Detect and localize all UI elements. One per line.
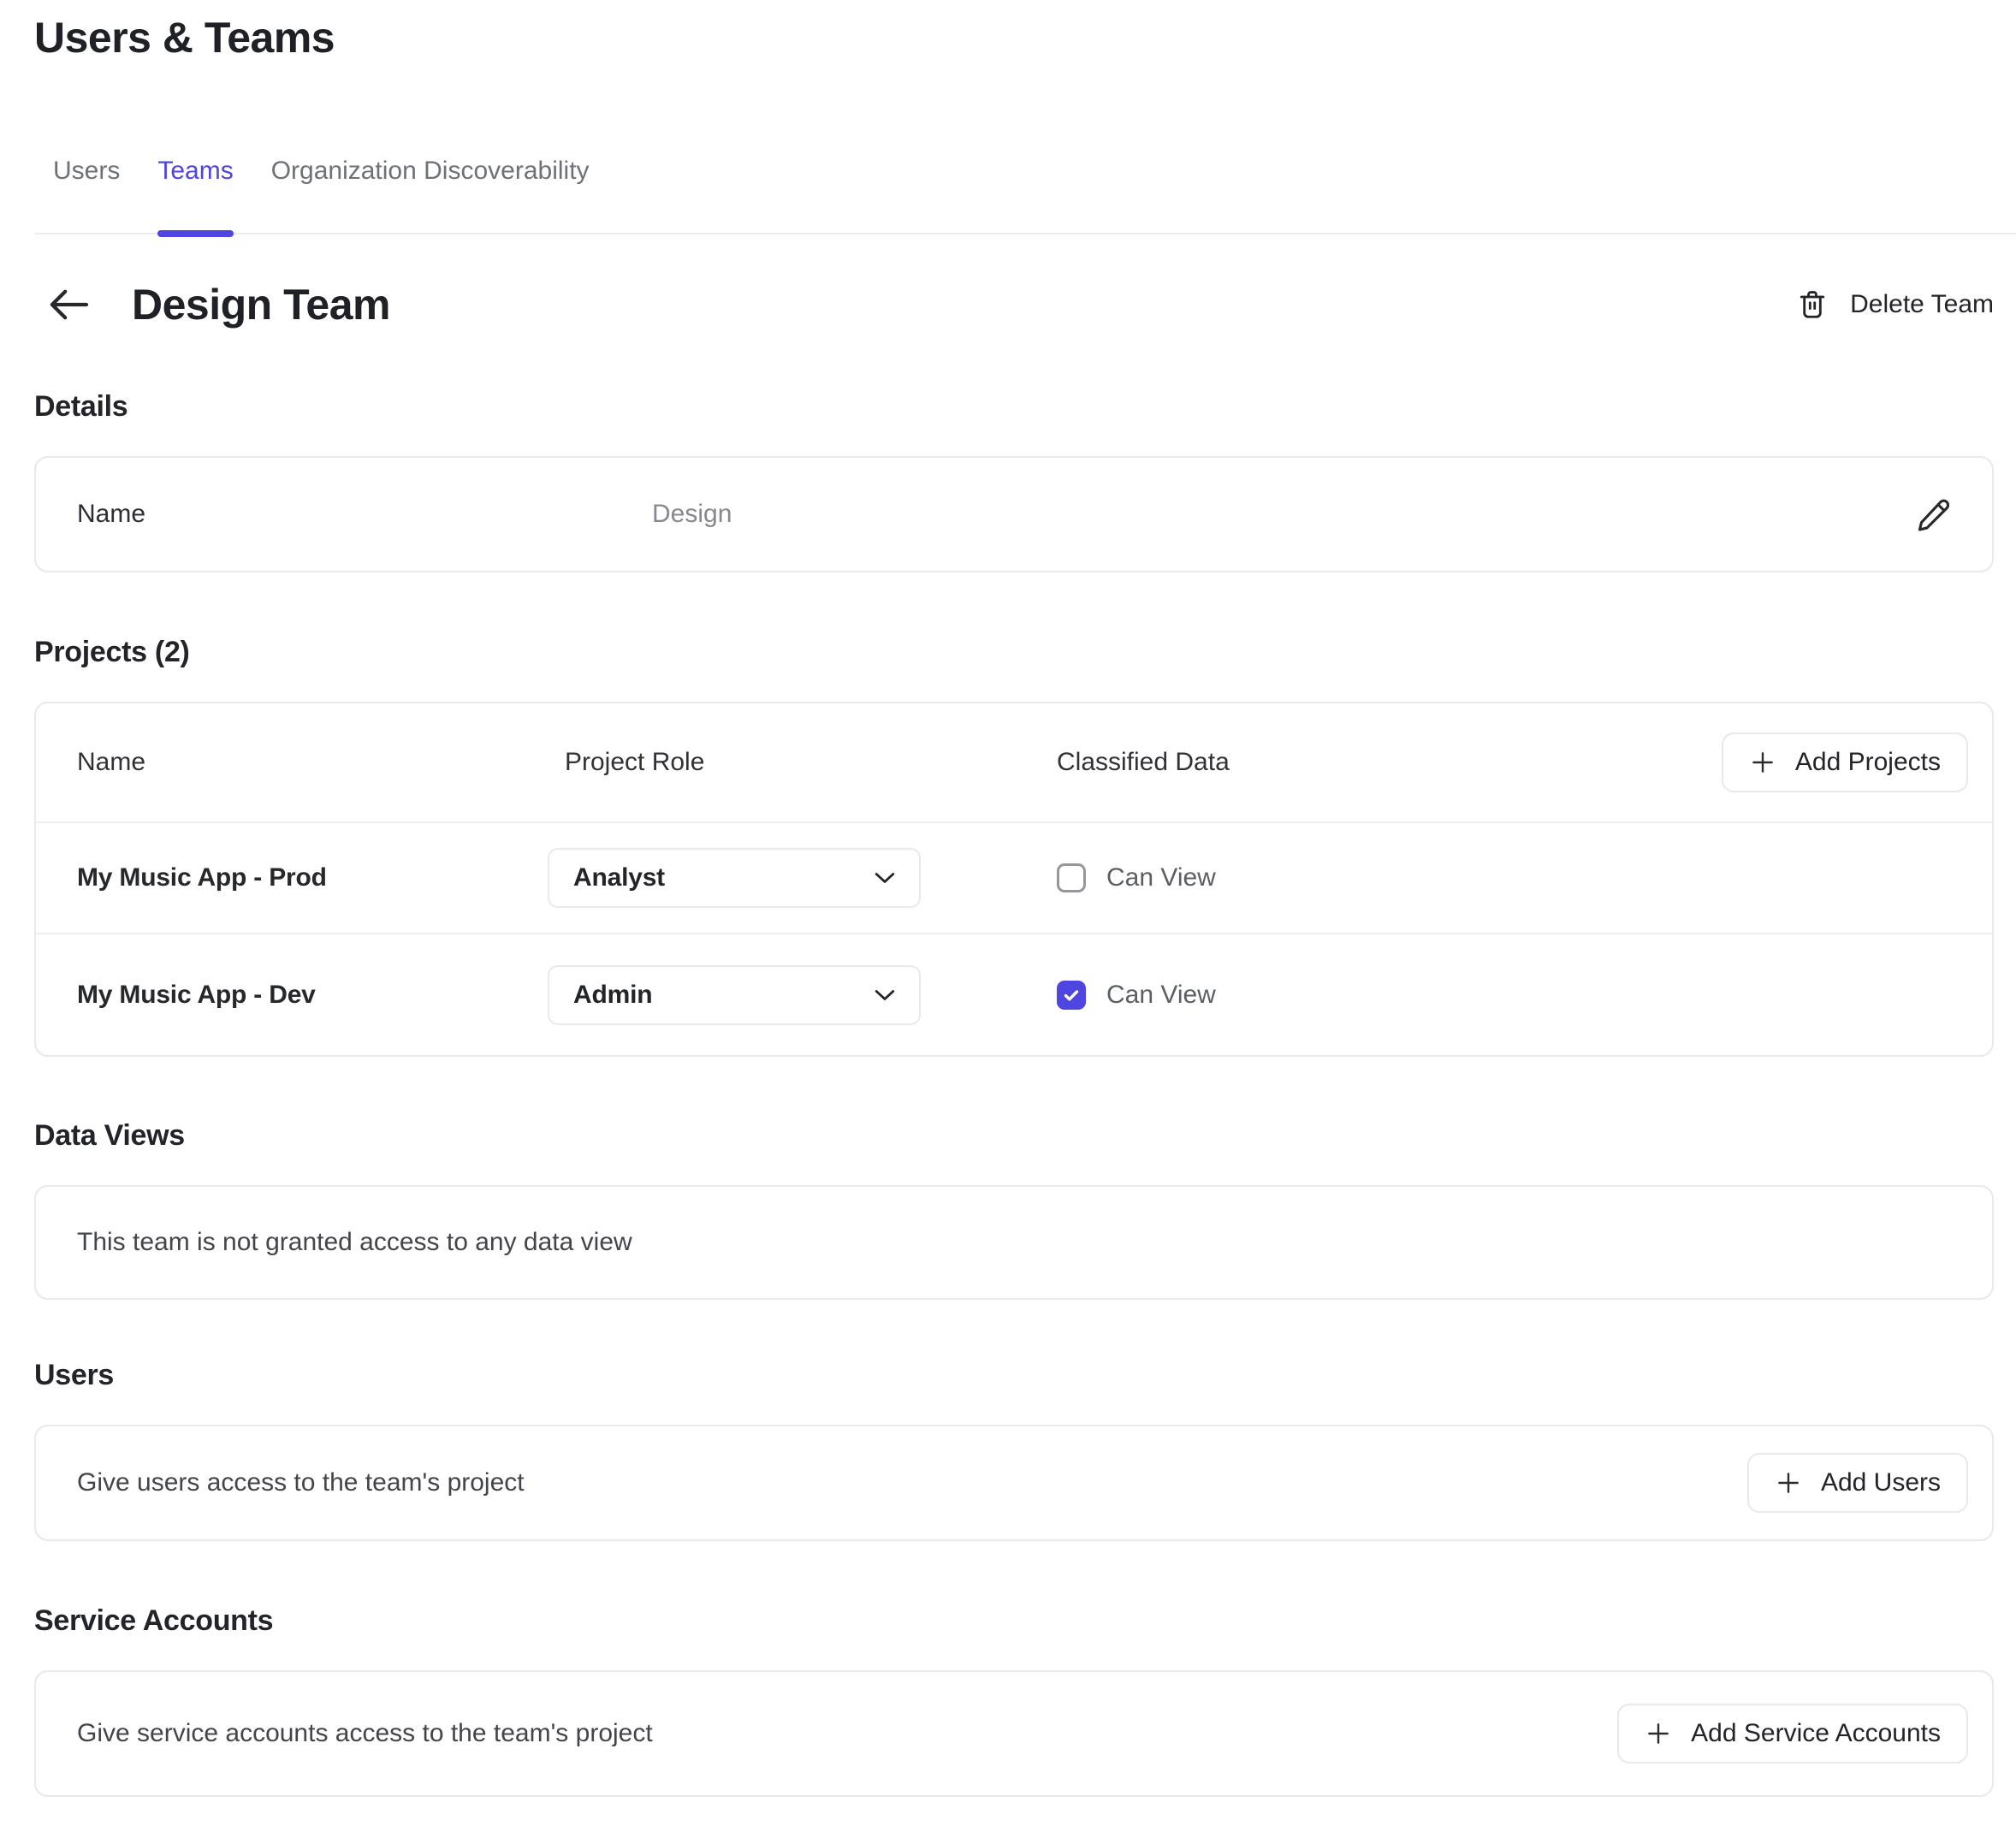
service-accounts-heading: Service Accounts xyxy=(34,1603,2016,1639)
details-card: Name Design xyxy=(34,456,1994,572)
projects-heading: Projects (2) xyxy=(34,634,2016,670)
tab-list: Users Teams Organization Discoverability xyxy=(34,156,2016,233)
users-heading: Users xyxy=(34,1357,2016,1393)
data-views-heading: Data Views xyxy=(34,1118,2016,1153)
can-view-checkbox[interactable] xyxy=(1057,863,1086,892)
add-projects-button[interactable]: Add Projects xyxy=(1722,732,1968,792)
project-role-select[interactable]: Admin xyxy=(548,965,921,1025)
arrow-left-icon xyxy=(47,287,90,323)
projects-table: Name Project Role Classified Data Add Pr… xyxy=(34,702,1994,1057)
add-users-label: Add Users xyxy=(1821,1468,1941,1497)
checkmark-icon xyxy=(1061,985,1082,1005)
project-role-value: Admin xyxy=(573,981,652,1010)
page-title: Users & Teams xyxy=(34,12,2016,63)
plus-icon xyxy=(1749,749,1776,776)
projects-table-header: Name Project Role Classified Data Add Pr… xyxy=(36,703,1992,823)
plus-icon xyxy=(1645,1720,1672,1747)
project-role-value: Analyst xyxy=(573,863,665,892)
project-role-select[interactable]: Analyst xyxy=(548,848,921,908)
edit-name-button[interactable] xyxy=(1912,492,1956,537)
pencil-icon xyxy=(1915,495,1953,533)
tab-organization-discoverability[interactable]: Organization Discoverability xyxy=(252,156,608,233)
delete-team-label: Delete Team xyxy=(1850,290,1994,319)
back-button[interactable] xyxy=(46,285,91,324)
can-view-checkbox[interactable] xyxy=(1057,981,1086,1010)
trash-icon xyxy=(1797,288,1828,322)
data-views-card: This team is not granted access to any d… xyxy=(34,1185,1994,1300)
add-users-button[interactable]: Add Users xyxy=(1747,1453,1968,1513)
project-name: My Music App - Prod xyxy=(77,863,565,892)
details-heading: Details xyxy=(34,388,2016,424)
data-views-empty-text: This team is not granted access to any d… xyxy=(77,1228,632,1257)
users-empty-text: Give users access to the team's project xyxy=(77,1468,525,1497)
team-title: Design Team xyxy=(132,279,390,330)
chevron-down-icon xyxy=(875,872,895,884)
service-accounts-card: Give service accounts access to the team… xyxy=(34,1670,1994,1797)
users-card: Give users access to the team's project … xyxy=(34,1425,1994,1541)
add-service-accounts-button[interactable]: Add Service Accounts xyxy=(1617,1704,1968,1764)
tab-teams[interactable]: Teams xyxy=(139,156,252,233)
can-view-label: Can View xyxy=(1106,981,1216,1010)
add-service-accounts-label: Add Service Accounts xyxy=(1691,1719,1941,1748)
name-value: Design xyxy=(652,500,1912,529)
can-view-label: Can View xyxy=(1106,863,1216,892)
column-header-classified-data: Classified Data xyxy=(1057,748,1722,777)
service-accounts-empty-text: Give service accounts access to the team… xyxy=(77,1719,653,1748)
plus-icon xyxy=(1775,1469,1802,1497)
tab-users[interactable]: Users xyxy=(34,156,139,233)
tab-bar: Users Teams Organization Discoverability xyxy=(34,156,2016,234)
team-header: Design Team Delete Team xyxy=(34,274,1994,335)
column-header-name: Name xyxy=(77,748,565,777)
name-label: Name xyxy=(77,500,652,529)
project-name: My Music App - Dev xyxy=(77,981,565,1010)
table-row: My Music App - Dev Admin Can View xyxy=(36,934,1992,1055)
column-header-project-role: Project Role xyxy=(565,748,1057,777)
delete-team-button[interactable]: Delete Team xyxy=(1797,288,1994,322)
table-row: My Music App - Prod Analyst Can View xyxy=(36,823,1992,934)
add-projects-label: Add Projects xyxy=(1795,748,1941,777)
chevron-down-icon xyxy=(875,989,895,1001)
